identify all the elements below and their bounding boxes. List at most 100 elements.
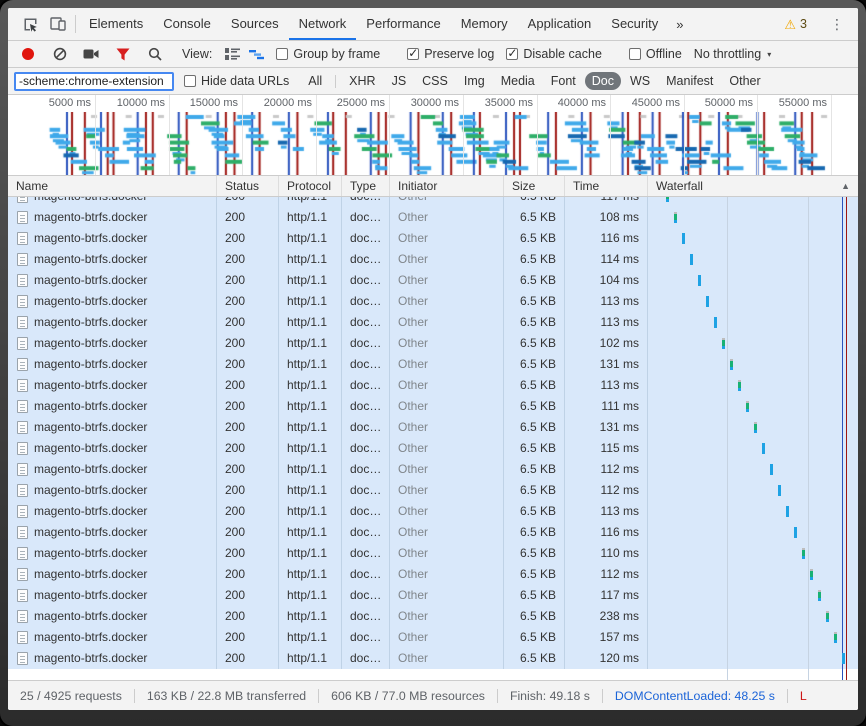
type-filter-media[interactable]: Media <box>494 72 542 90</box>
tab-memory[interactable]: Memory <box>451 8 518 40</box>
table-row[interactable]: magento-btrfs.docker200http/1.1doc…Other… <box>8 291 858 312</box>
offline-checkbox[interactable] <box>629 48 641 60</box>
table-row[interactable]: magento-btrfs.docker200http/1.1doc…Other… <box>8 627 858 648</box>
cell-time: 114 ms <box>564 249 647 270</box>
type-filter-other[interactable]: Other <box>722 72 767 90</box>
type-filter-ws[interactable]: WS <box>623 72 657 90</box>
cell-status: 200 <box>216 197 278 207</box>
cell-size: 6.5 KB <box>503 627 564 648</box>
table-row[interactable]: magento-btrfs.docker200http/1.1doc…Other… <box>8 564 858 585</box>
cell-size: 6.5 KB <box>503 648 564 669</box>
type-filter-img[interactable]: Img <box>457 72 492 90</box>
tab-network[interactable]: Network <box>289 8 357 40</box>
table-row[interactable]: magento-btrfs.docker200http/1.1doc…Other… <box>8 228 858 249</box>
cell-name: magento-btrfs.docker <box>8 606 216 627</box>
table-row[interactable]: magento-btrfs.docker200http/1.1doc…Other… <box>8 312 858 333</box>
cell-size: 6.5 KB <box>503 354 564 375</box>
column-header-protocol[interactable]: Protocol <box>278 176 341 196</box>
disable-cache-checkbox[interactable] <box>506 48 518 60</box>
table-row[interactable]: magento-btrfs.docker200http/1.1doc…Other… <box>8 585 858 606</box>
device-toolbar-icon[interactable] <box>44 8 72 40</box>
request-name: magento-btrfs.docker <box>34 564 147 585</box>
column-header-waterfall[interactable]: Waterfall ▲ <box>647 176 858 196</box>
table-row[interactable]: magento-btrfs.docker200http/1.1doc…Other… <box>8 606 858 627</box>
network-overview-timeline[interactable]: 5000 ms10000 ms15000 ms20000 ms25000 ms3… <box>8 95 858 176</box>
document-icon <box>17 463 28 476</box>
table-row[interactable]: magento-btrfs.docker200http/1.1doc…Other… <box>8 648 858 669</box>
waterfall-bar <box>730 359 733 370</box>
tab-performance[interactable]: Performance <box>356 8 450 40</box>
type-filter-css[interactable]: CSS <box>415 72 455 90</box>
table-row[interactable]: magento-btrfs.docker200http/1.1doc…Other… <box>8 417 858 438</box>
more-tabs-button[interactable]: » <box>668 8 691 40</box>
clear-network-log-button[interactable] <box>48 43 72 66</box>
group-by-frame-checkbox[interactable] <box>276 48 288 60</box>
tab-application[interactable]: Application <box>518 8 602 40</box>
document-icon <box>17 421 28 434</box>
search-icon[interactable] <box>143 43 167 66</box>
cell-time: 113 ms <box>564 375 647 396</box>
tab-security[interactable]: Security <box>601 8 668 40</box>
type-filter-doc[interactable]: Doc <box>585 72 621 90</box>
column-header-size[interactable]: Size <box>503 176 564 196</box>
table-row[interactable]: magento-btrfs.docker200http/1.1doc…Other… <box>8 197 858 207</box>
request-name: magento-btrfs.docker <box>34 312 147 333</box>
timeline-label: 55000 ms <box>757 97 827 111</box>
cell-initiator: Other <box>389 291 503 312</box>
cell-type: doc… <box>341 207 389 228</box>
filter-icon[interactable] <box>111 43 135 66</box>
table-row[interactable]: magento-btrfs.docker200http/1.1doc…Other… <box>8 522 858 543</box>
table-row[interactable]: magento-btrfs.docker200http/1.1doc…Other… <box>8 438 858 459</box>
tab-console[interactable]: Console <box>153 8 221 40</box>
waterfall-bar <box>826 611 829 622</box>
record-network-log-button[interactable] <box>16 43 40 66</box>
cell-initiator: Other <box>389 543 503 564</box>
table-row[interactable]: magento-btrfs.docker200http/1.1doc…Other… <box>8 501 858 522</box>
type-filter-font[interactable]: Font <box>544 72 583 90</box>
request-table-header: Name Status Protocol Type Initiator Size… <box>8 176 858 197</box>
column-header-time[interactable]: Time <box>564 176 647 196</box>
capture-screenshots-icon[interactable] <box>79 43 103 66</box>
table-row[interactable]: magento-btrfs.docker200http/1.1doc…Other… <box>8 480 858 501</box>
column-header-type[interactable]: Type <box>341 176 389 196</box>
throttling-dropdown[interactable]: No throttling ▾ <box>694 47 771 61</box>
console-warning-badge[interactable]: ⚠ 3 <box>776 17 815 31</box>
table-row[interactable]: magento-btrfs.docker200http/1.1doc…Other… <box>8 459 858 480</box>
cell-size: 6.5 KB <box>503 501 564 522</box>
cell-name: magento-btrfs.docker <box>8 585 216 606</box>
table-row[interactable]: magento-btrfs.docker200http/1.1doc…Other… <box>8 354 858 375</box>
hide-data-urls-checkbox[interactable] <box>184 75 196 87</box>
cell-type: doc… <box>341 564 389 585</box>
inspect-element-icon[interactable] <box>16 8 44 40</box>
waterfall-bar <box>818 590 821 601</box>
table-row[interactable]: magento-btrfs.docker200http/1.1doc…Other… <box>8 375 858 396</box>
column-header-status[interactable]: Status <box>216 176 278 196</box>
cell-status: 200 <box>216 270 278 291</box>
filter-input[interactable] <box>14 72 174 91</box>
cell-initiator: Other <box>389 459 503 480</box>
devtools-menu-icon[interactable]: ⋮ <box>822 16 852 33</box>
type-filter-xhr[interactable]: XHR <box>342 72 382 90</box>
large-request-rows-icon[interactable] <box>220 43 244 66</box>
tab-elements[interactable]: Elements <box>79 8 153 40</box>
cell-protocol: http/1.1 <box>278 606 341 627</box>
type-filter-manifest[interactable]: Manifest <box>659 72 720 90</box>
cell-name: magento-btrfs.docker <box>8 197 216 207</box>
show-overview-icon[interactable] <box>244 43 268 66</box>
record-icon <box>22 48 34 60</box>
tab-sources[interactable]: Sources <box>221 8 289 40</box>
table-row[interactable]: magento-btrfs.docker200http/1.1doc…Other… <box>8 396 858 417</box>
cell-status: 200 <box>216 501 278 522</box>
column-header-name[interactable]: Name <box>8 176 216 196</box>
cell-initiator: Other <box>389 438 503 459</box>
document-icon <box>17 379 28 392</box>
table-row[interactable]: magento-btrfs.docker200http/1.1doc…Other… <box>8 207 858 228</box>
column-header-initiator[interactable]: Initiator <box>389 176 503 196</box>
type-filter-js[interactable]: JS <box>385 72 414 90</box>
table-row[interactable]: magento-btrfs.docker200http/1.1doc…Other… <box>8 543 858 564</box>
table-row[interactable]: magento-btrfs.docker200http/1.1doc…Other… <box>8 270 858 291</box>
table-row[interactable]: magento-btrfs.docker200http/1.1doc…Other… <box>8 249 858 270</box>
type-filter-all[interactable]: All <box>301 72 329 90</box>
preserve-log-checkbox[interactable] <box>407 48 419 60</box>
table-row[interactable]: magento-btrfs.docker200http/1.1doc…Other… <box>8 333 858 354</box>
